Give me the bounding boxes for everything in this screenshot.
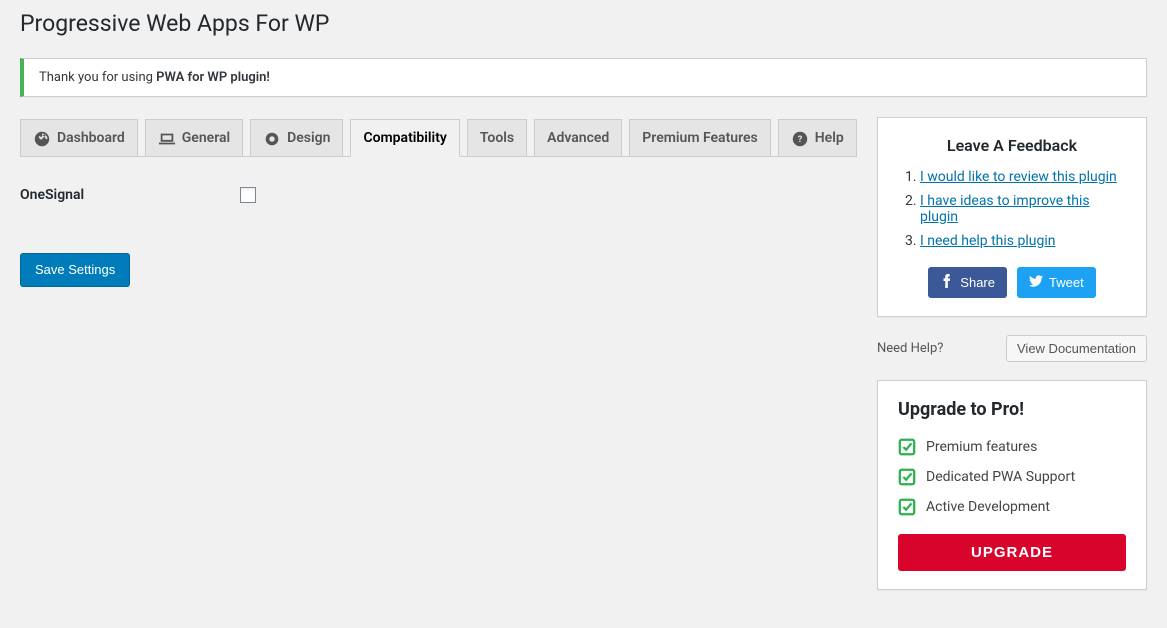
tab-label: Compatibility	[363, 127, 446, 151]
help-icon: ?	[791, 130, 809, 148]
save-button[interactable]: Save Settings	[20, 253, 130, 288]
list-item: Premium features	[898, 438, 1126, 456]
list-item: Active Development	[898, 498, 1126, 516]
page-title: Progressive Web Apps For WP	[20, 0, 1147, 43]
tab-compatibility[interactable]: Compatibility	[350, 119, 459, 157]
upgrade-box: Upgrade to Pro! Premium features Dedicat…	[877, 380, 1147, 590]
notice-success: Thank you for using PWA for WP plugin!	[20, 58, 1147, 97]
check-icon	[898, 468, 916, 486]
feature-label: Premium features	[926, 439, 1037, 455]
nav-tabs: Dashboard General Design Compatibility T…	[20, 117, 857, 157]
tab-label: Dashboard	[57, 127, 125, 151]
tab-advanced[interactable]: Advanced	[534, 119, 622, 157]
help-label: Need Help?	[877, 341, 943, 356]
feedback-link-review[interactable]: I would like to review this plugin	[920, 169, 1117, 185]
list-item: Dedicated PWA Support	[898, 468, 1126, 486]
tab-label: Advanced	[547, 127, 609, 151]
onesignal-checkbox[interactable]	[240, 187, 256, 203]
feedback-link-ideas[interactable]: I have ideas to improve this plugin	[920, 193, 1090, 225]
upgrade-title: Upgrade to Pro!	[898, 399, 1126, 420]
list-item: I would like to review this plugin	[920, 169, 1126, 185]
tab-label: Premium Features	[642, 127, 757, 151]
tab-label: Design	[287, 127, 330, 151]
twitter-tweet-button[interactable]: Tweet	[1017, 267, 1096, 298]
notice-text: Thank you for using	[39, 70, 156, 85]
facebook-icon	[940, 274, 954, 291]
tab-general[interactable]: General	[145, 119, 243, 157]
check-icon	[898, 498, 916, 516]
tab-label: Tools	[480, 127, 514, 151]
tab-design[interactable]: Design	[250, 119, 343, 157]
help-row: Need Help? View Documentation	[877, 335, 1147, 362]
tab-premium-features[interactable]: Premium Features	[629, 119, 770, 157]
onesignal-label: OneSignal	[20, 187, 240, 203]
tab-help[interactable]: ? Help	[778, 119, 857, 157]
laptop-icon	[158, 130, 176, 148]
tab-dashboard[interactable]: Dashboard	[20, 119, 138, 157]
svg-text:?: ?	[797, 134, 802, 145]
tweet-label: Tweet	[1049, 275, 1084, 290]
share-label: Share	[960, 275, 995, 290]
tab-label: General	[182, 127, 230, 151]
feature-label: Dedicated PWA Support	[926, 469, 1075, 485]
feedback-list: I would like to review this plugin I hav…	[898, 169, 1126, 249]
list-item: I have ideas to improve this plugin	[920, 193, 1126, 225]
twitter-icon	[1029, 274, 1043, 291]
tab-label: Help	[815, 127, 844, 151]
check-icon	[898, 438, 916, 456]
form-row-onesignal: OneSignal	[20, 177, 857, 213]
feedback-title: Leave A Feedback	[898, 136, 1126, 155]
facebook-share-button[interactable]: Share	[928, 267, 1007, 298]
dashboard-icon	[33, 130, 51, 148]
feedback-box: Leave A Feedback I would like to review …	[877, 117, 1147, 317]
design-icon	[263, 130, 281, 148]
upgrade-button[interactable]: UPGRADE	[898, 534, 1126, 571]
feedback-link-help[interactable]: I need help this plugin	[920, 233, 1055, 249]
feature-label: Active Development	[926, 499, 1050, 515]
list-item: I need help this plugin	[920, 233, 1126, 249]
view-documentation-button[interactable]: View Documentation	[1006, 335, 1147, 362]
pro-features-list: Premium features Dedicated PWA Support A…	[898, 438, 1126, 516]
tab-tools[interactable]: Tools	[467, 119, 527, 157]
notice-bold: PWA for WP plugin!	[156, 70, 270, 85]
